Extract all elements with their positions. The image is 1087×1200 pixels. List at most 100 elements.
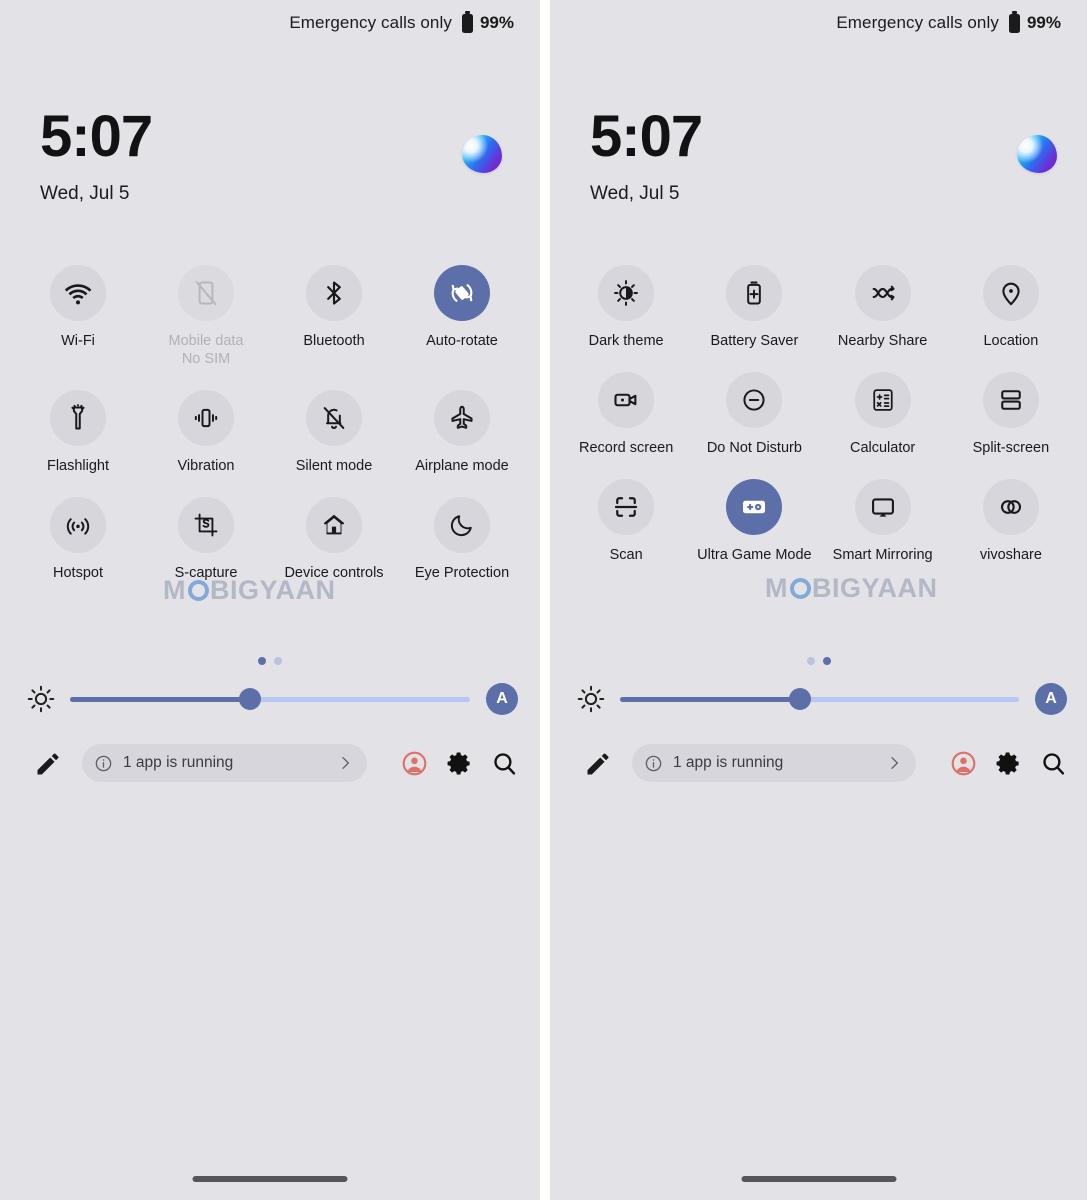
watermark-text-after: BIGYAAN: [812, 573, 938, 603]
tile-silent-mode[interactable]: Silent mode: [270, 390, 398, 475]
quick-settings-tile-grid: Dark theme Battery Saver Nearby Share Locat…: [550, 265, 1087, 564]
moon-icon: [434, 497, 490, 554]
tile-vivoshare[interactable]: vivoshare: [947, 479, 1075, 564]
auto-brightness-button[interactable]: A: [486, 683, 518, 715]
page-indicator: [0, 657, 540, 665]
clock-date: Wed, Jul 5: [40, 183, 130, 204]
gear-icon[interactable]: [446, 750, 473, 777]
tile-label: Flashlight: [46, 458, 110, 475]
tile-s-capture[interactable]: S-capture: [142, 497, 270, 582]
page-indicator: [550, 657, 1087, 665]
running-apps-pill[interactable]: 1 app is running: [632, 744, 916, 782]
brightness-row: A: [0, 683, 540, 715]
tile-device-controls[interactable]: Device controls: [270, 497, 398, 582]
user-profile-icon[interactable]: [950, 750, 977, 777]
carrier-label: Emergency calls only: [289, 13, 452, 32]
search-icon[interactable]: [1040, 750, 1067, 777]
screenshot-stage: Emergency calls only 99% 5:07 Wed, Jul 5 Wi-…: [0, 0, 1087, 1200]
tile-hotspot[interactable]: Hotspot: [14, 497, 142, 582]
page-dot-2[interactable]: [822, 657, 831, 665]
search-icon[interactable]: [491, 750, 518, 777]
nearby-share-icon: [854, 265, 911, 321]
tile-flashlight[interactable]: Flashlight: [14, 390, 142, 475]
chevron-right-icon: [337, 755, 353, 771]
tile-label: Nearby Share: [837, 333, 928, 349]
pencil-icon[interactable]: [584, 750, 610, 776]
tile-dark-theme[interactable]: Dark theme: [562, 265, 690, 350]
tile-nearby-share[interactable]: Nearby Share: [819, 265, 947, 350]
s-capture-icon: [178, 497, 234, 554]
page-dot-1[interactable]: [258, 657, 266, 665]
tile-label: Mobile data: [168, 333, 244, 349]
clock-block[interactable]: 5:07 Wed, Jul 5: [40, 108, 153, 205]
tile-label: Calculator: [849, 440, 916, 457]
tile-split-screen[interactable]: Split-screen: [947, 372, 1075, 457]
quick-settings-footer: 1 app is running: [550, 744, 1087, 782]
tile-auto-rotate[interactable]: Auto-rotate: [398, 265, 526, 368]
do-not-disturb-icon: [726, 372, 783, 429]
quick-settings-tile-grid: Wi-Fi Mobile data No SIM Bluetooth Auto-rota…: [0, 265, 540, 583]
tile-label: Dark theme: [588, 333, 664, 349]
flashlight-icon: [50, 390, 106, 447]
tile-label: S-capture: [174, 565, 238, 582]
brightness-icon: [576, 684, 606, 714]
brightness-slider[interactable]: [70, 688, 470, 710]
home-indicator[interactable]: [741, 1176, 896, 1182]
tile-label: Silent mode: [295, 458, 373, 475]
quick-settings-panel-right: Emergency calls only 99% 5:07 Wed, Jul 5 Dar…: [550, 0, 1087, 1200]
pencil-icon[interactable]: [34, 750, 60, 776]
tile-eye-protection[interactable]: Eye Protection: [398, 497, 526, 582]
clock-date: Wed, Jul 5: [590, 183, 680, 204]
tile-vibration[interactable]: Vibration: [142, 390, 270, 475]
status-bar: Emergency calls only 99%: [0, 0, 540, 46]
clock-block[interactable]: 5:07 Wed, Jul 5: [590, 108, 703, 205]
tile-wi-fi[interactable]: Wi-Fi: [14, 265, 142, 368]
tile-label: Device controls: [284, 565, 384, 582]
assistant-orb-icon[interactable]: [462, 135, 502, 173]
tile-smart-mirroring[interactable]: Smart Mirroring: [819, 479, 947, 564]
quick-settings-footer: 1 app is running: [0, 744, 540, 782]
cast-icon: [854, 479, 911, 536]
assistant-orb-icon[interactable]: [1017, 135, 1057, 173]
tile-scan[interactable]: Scan: [562, 479, 690, 564]
tile-label: vivoshare: [979, 547, 1042, 564]
dark-theme-icon: [598, 265, 655, 321]
tile-location[interactable]: Location: [947, 265, 1075, 350]
game-controller-icon: [726, 479, 783, 536]
tile-airplane-mode[interactable]: Airplane mode: [398, 390, 526, 475]
vivoshare-link-icon: [982, 479, 1039, 536]
home-indicator[interactable]: [192, 1176, 348, 1182]
tile-label: Record screen: [578, 440, 674, 457]
tile-label: Do Not Disturb: [706, 440, 802, 457]
page-dot-1[interactable]: [806, 657, 815, 665]
battery-status: 99%: [461, 10, 514, 33]
auto-brightness-button[interactable]: A: [1035, 683, 1067, 715]
gear-icon[interactable]: [995, 750, 1022, 777]
tile-ultra-game-mode[interactable]: Ultra Game Mode: [690, 479, 818, 564]
tile-label: Airplane mode: [415, 458, 509, 475]
tile-do-not-disturb[interactable]: Do Not Disturb: [690, 372, 818, 457]
tile-bluetooth[interactable]: Bluetooth: [270, 265, 398, 368]
user-profile-icon[interactable]: [401, 750, 428, 777]
mobile-data-off-icon: [178, 265, 234, 321]
wifi-icon: [50, 265, 106, 321]
tile-battery-saver[interactable]: Battery Saver: [690, 265, 818, 350]
page-dot-2[interactable]: [274, 657, 282, 665]
bell-off-icon: [306, 390, 362, 447]
brightness-slider[interactable]: [620, 688, 1019, 710]
home-icon: [306, 497, 362, 554]
tile-record-screen[interactable]: Record screen: [562, 372, 690, 457]
running-apps-label: 1 app is running: [673, 754, 784, 771]
airplane-icon: [434, 390, 490, 447]
auto-rotate-icon: [434, 265, 490, 321]
split-screen-icon: [982, 372, 1039, 429]
battery-saver-icon: [726, 265, 783, 321]
brightness-knob[interactable]: [788, 688, 811, 710]
tile-label: Location: [983, 333, 1039, 349]
tile-mobile-data[interactable]: Mobile data No SIM: [142, 265, 270, 368]
tile-calculator[interactable]: Calculator: [819, 372, 947, 457]
watermark-o-ring: [789, 578, 811, 599]
brightness-knob[interactable]: [239, 688, 261, 710]
brightness-row: A: [550, 683, 1087, 715]
running-apps-pill[interactable]: 1 app is running: [82, 744, 367, 782]
